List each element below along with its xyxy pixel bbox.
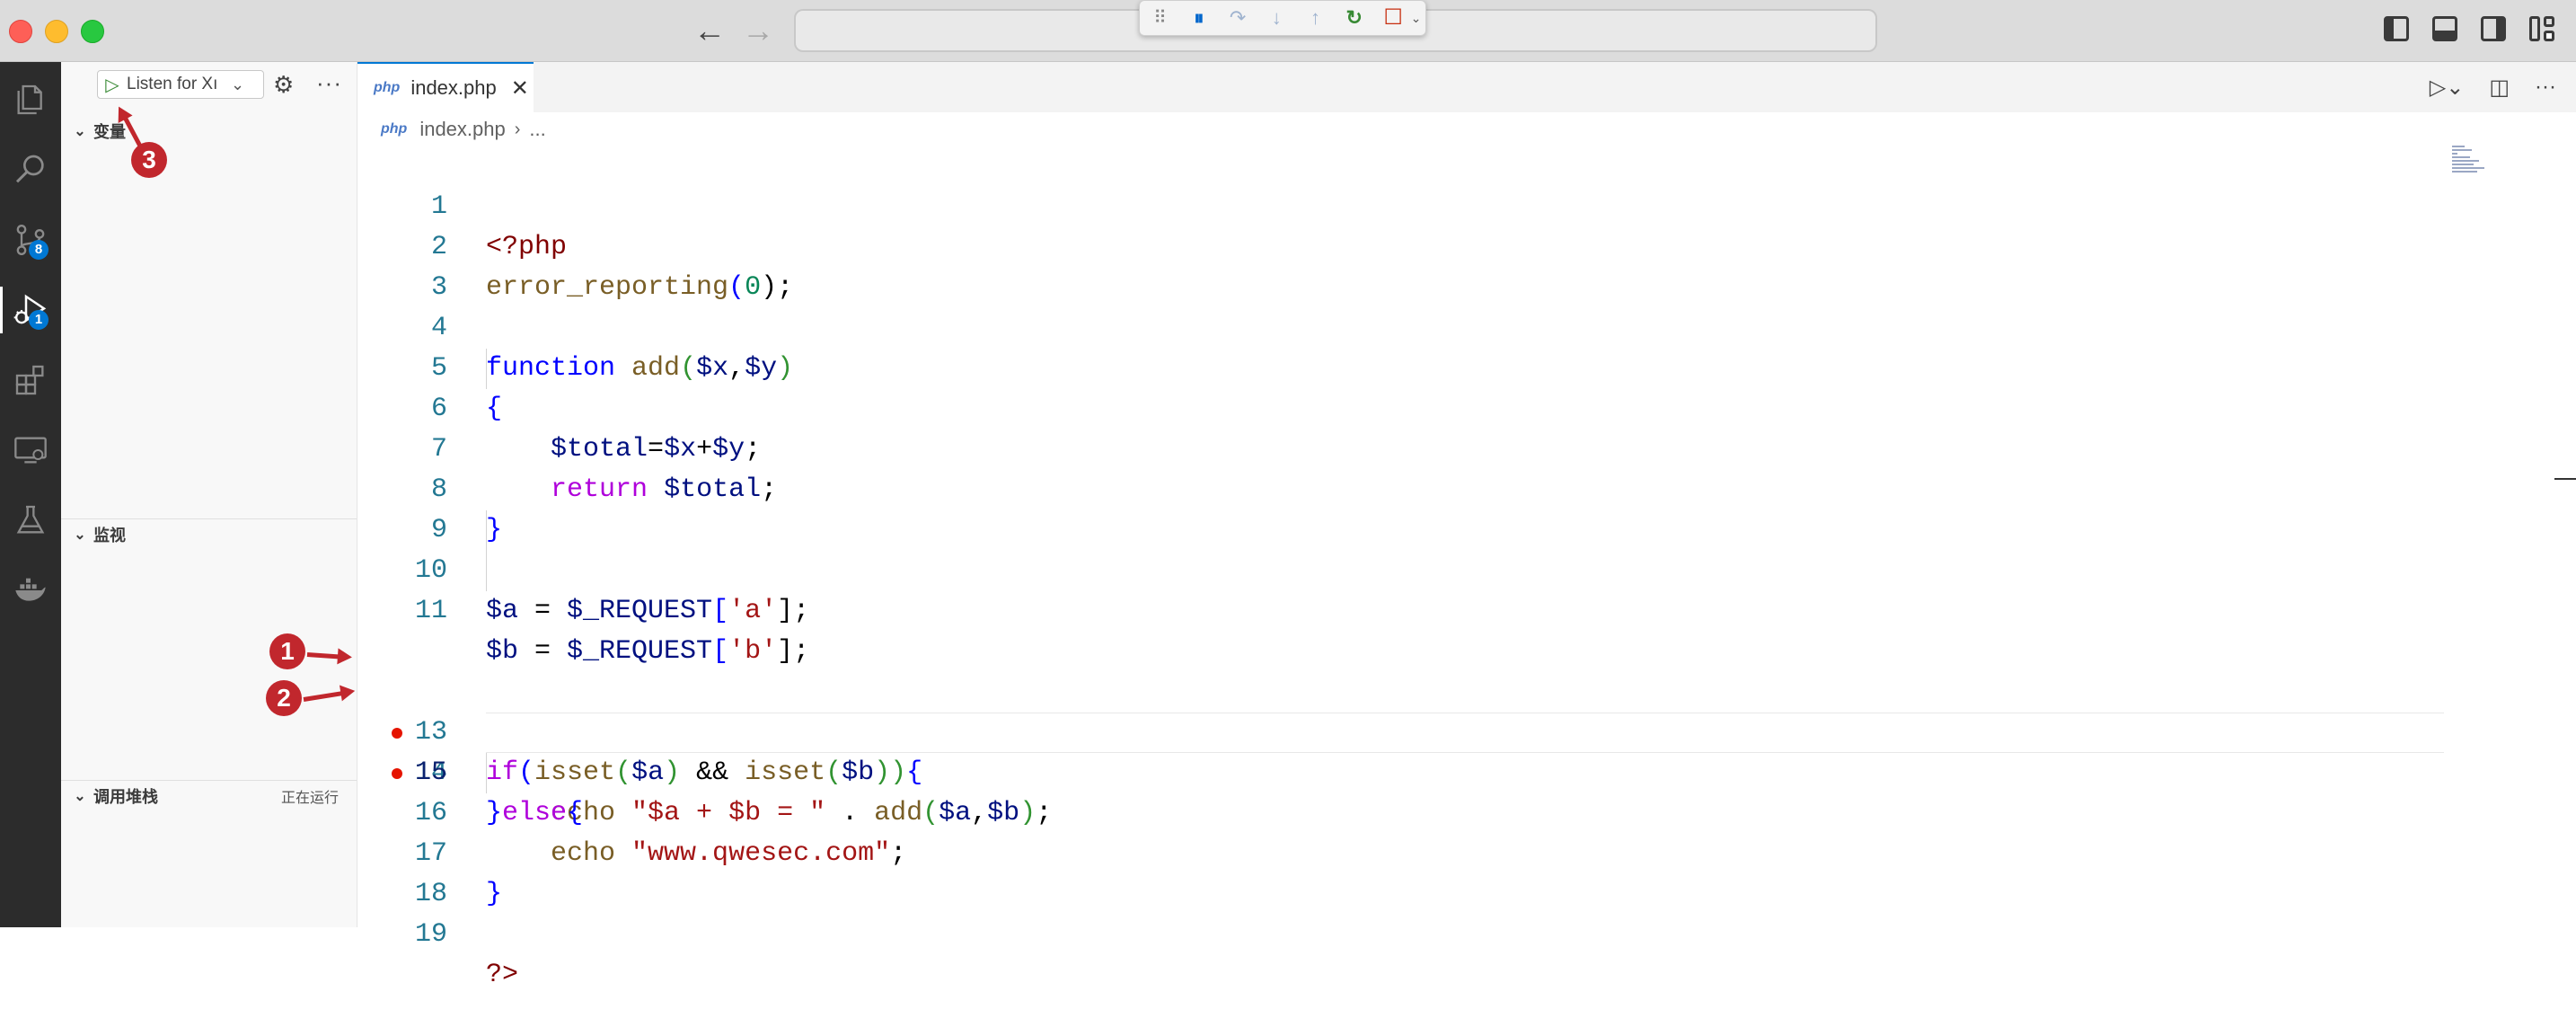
code-line: 17 } <box>357 793 2450 909</box>
chevron-down-icon: ⌄ <box>74 527 86 543</box>
php-file-icon: php <box>381 121 408 137</box>
code-line: 2 error_reporting(0); <box>357 187 2450 303</box>
code-editor[interactable]: 1 <?php 2 error_reporting(0); 3 4 functi… <box>357 146 2576 990</box>
tab-index-php[interactable]: php index.php ✕ <box>357 62 534 112</box>
code-token: ]; <box>777 596 810 626</box>
chevron-down-icon: ⌄ <box>74 124 86 139</box>
run-config-row: ▷ Listen for Xı ⌄ <box>97 69 264 100</box>
toggle-primary-sidebar-icon[interactable] <box>2384 16 2409 41</box>
code-token: 'a' <box>728 596 778 626</box>
testing-icon[interactable] <box>0 491 61 549</box>
chevron-down-icon: ⌄ <box>74 789 86 804</box>
step-out-icon[interactable]: ↑ <box>1306 7 1325 29</box>
step-over-icon[interactable]: ↷ <box>1228 7 1247 29</box>
source-control-badge: 8 <box>29 240 49 260</box>
watch-section-header[interactable]: ⌄ 监视 <box>61 521 357 548</box>
code-line: 5 { <box>357 308 2450 424</box>
call-stack-section-title: 调用堆栈 <box>93 788 158 806</box>
step-into-icon[interactable]: ↓ <box>1267 7 1286 29</box>
code-line: 15 }else{ <box>357 713 2450 828</box>
chevron-right-icon: › <box>514 119 521 139</box>
editor-actions: ▷⌄ ◫ ··· <box>2430 75 2556 101</box>
explorer-icon[interactable] <box>0 71 61 128</box>
annotation-marker-1: 1 <box>269 633 305 669</box>
more-actions-icon[interactable]: ··· <box>316 71 342 94</box>
toggle-secondary-sidebar-icon[interactable] <box>2481 16 2506 41</box>
code-line: 18 <box>357 834 2450 909</box>
maximize-window-button[interactable] <box>81 20 104 43</box>
extensions-icon[interactable] <box>0 351 61 409</box>
annotation-marker-2: 2 <box>266 680 302 716</box>
search-icon[interactable] <box>0 141 61 199</box>
chevron-down-icon[interactable]: ⌄ <box>1407 7 1425 29</box>
code-line: 6 $total=$x+$y; <box>357 349 2450 465</box>
code-line: 16 echo "www.qwesec.com"; <box>357 753 2450 869</box>
run-and-debug-sidebar: ▷ Listen for Xı ⌄ ⚙ ··· ⌄ 变量 ⌄ 监视 ⌄ 调用堆栈… <box>61 62 357 927</box>
run-debug-dropdown-icon[interactable]: ▷⌄ <box>2430 75 2465 101</box>
toggle-panel-icon[interactable] <box>2432 16 2457 41</box>
annotation-marker-3: 3 <box>131 142 167 178</box>
gear-icon[interactable]: ⚙ <box>273 73 294 96</box>
code-line: 19 ?> <box>357 874 2450 990</box>
variables-section-header[interactable]: ⌄ 变量 <box>61 118 357 145</box>
drag-handle-icon[interactable]: ⠿ <box>1151 7 1169 29</box>
docker-icon[interactable] <box>0 562 61 619</box>
code-token: [ <box>712 596 729 626</box>
tab-label: index.php <box>410 76 497 99</box>
divider <box>61 518 357 519</box>
remote-explorer-icon[interactable] <box>0 421 61 479</box>
pause-icon[interactable]: ⏸ <box>1189 7 1208 29</box>
customize-layout-icon[interactable] <box>2529 16 2554 41</box>
minimap[interactable] <box>2452 146 2488 182</box>
scrollbar-marker[interactable] <box>2554 478 2576 480</box>
watch-section-title: 监视 <box>93 527 126 545</box>
breadcrumb: php index.php › ... <box>357 112 2576 146</box>
stop-icon[interactable]: ☐ <box>1383 7 1403 29</box>
divider <box>61 780 357 781</box>
chevron-down-icon[interactable]: ⌄ <box>231 75 244 94</box>
code-line: 14 echo "$a + $b = " . add($a,$b); <box>357 672 2450 828</box>
debug-toolbar: ⠿ ⏸ ↷ ↓ ↑ ↻ ☐ ⌄ <box>1139 0 1426 36</box>
breadcrumb-more[interactable]: ... <box>529 118 545 141</box>
code-token: ?> <box>486 960 519 990</box>
code-line: 13 if(isset($a) && isset($b)){ <box>357 632 2450 788</box>
code-line: 7 return $total; <box>357 389 2450 505</box>
code-line: 11 $b = $_REQUEST['b']; <box>357 551 2450 667</box>
restart-icon[interactable]: ↻ <box>1345 7 1363 29</box>
close-icon[interactable]: ✕ <box>511 75 529 102</box>
code-line: 3 <box>357 227 2450 303</box>
close-window-button[interactable] <box>9 20 32 43</box>
php-file-icon: php <box>374 80 401 95</box>
run-and-debug-icon[interactable]: 1 <box>0 281 61 339</box>
code-line: 8 } <box>357 429 2450 545</box>
breadcrumb-file[interactable]: index.php <box>419 118 505 141</box>
code-line: 4 function add($x,$y) <box>357 268 2450 384</box>
run-debug-badge: 1 <box>29 310 49 330</box>
run-config-select[interactable]: ▷ Listen for Xı ⌄ <box>97 70 264 99</box>
code-line: 10 $a = $_REQUEST['a']; <box>357 510 2450 626</box>
more-actions-icon[interactable]: ··· <box>2535 75 2556 101</box>
arrow-right-icon[interactable]: → <box>742 13 774 49</box>
line-number: 19 <box>414 919 447 950</box>
code-line: 1 <?php <box>357 146 2450 262</box>
start-debugging-play-icon[interactable]: ▷ <box>98 74 127 96</box>
layout-controls <box>2384 16 2554 41</box>
call-stack-status: 正在运行 <box>280 791 339 806</box>
arrow-left-icon[interactable]: ← <box>693 13 726 49</box>
source-control-icon[interactable]: 8 <box>0 211 61 269</box>
code-token: $_REQUEST <box>567 596 713 626</box>
minimize-window-button[interactable] <box>45 20 68 43</box>
editor-tabs: php index.php ✕ ▷⌄ ◫ ··· <box>357 62 2576 112</box>
call-stack-section-header[interactable]: ⌄ 调用堆栈 正在运行 <box>61 783 357 810</box>
code-token: $a <box>486 596 519 626</box>
variables-section-title: 变量 <box>93 123 126 141</box>
code-line: 9 <box>357 470 2450 545</box>
code-token: = <box>518 596 568 626</box>
run-config-label: Listen for Xı <box>127 75 218 93</box>
line-number: 11 <box>414 596 447 626</box>
activity-bar: 8 1 <box>0 62 61 927</box>
split-editor-icon[interactable]: ◫ <box>2489 75 2510 101</box>
